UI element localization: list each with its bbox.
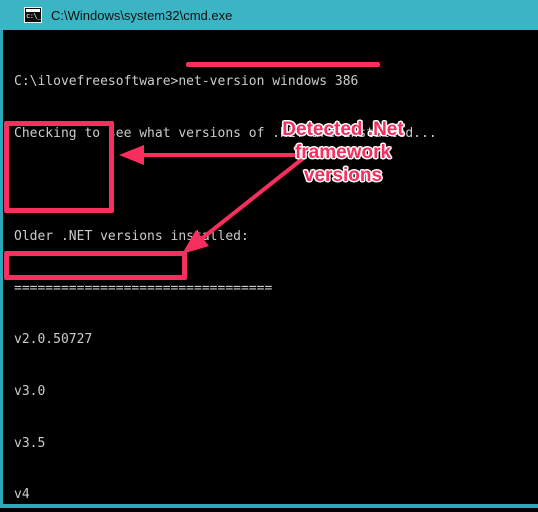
console-icon [24,7,42,23]
cmd-window: C:\Windows\system32\cmd.exe C:\ilovefree… [0,0,538,512]
terminal-line: Older .NET versions installed: [14,229,249,245]
terminal-line: v4 [14,487,30,503]
terminal-line: Checking to see what versions of .NET ar… [14,126,437,141]
terminal-line: v2.0.50727 [14,332,93,348]
terminal-text: C:\ilovefreesoftware>net-version windows… [14,39,507,508]
terminal-line: v3.5 [14,435,46,451]
terminal-line: C:\ilovefreesoftware>net-version windows… [14,74,359,90]
terminal-separator: ================================= [14,280,273,296]
terminal-output-area[interactable]: C:\ilovefreesoftware>net-version windows… [0,30,538,508]
window-bottom-edge [3,504,538,508]
title-bar[interactable]: C:\Windows\system32\cmd.exe [0,0,538,30]
terminal-line: v3.0 [14,383,46,399]
window-title: C:\Windows\system32\cmd.exe [51,7,233,23]
